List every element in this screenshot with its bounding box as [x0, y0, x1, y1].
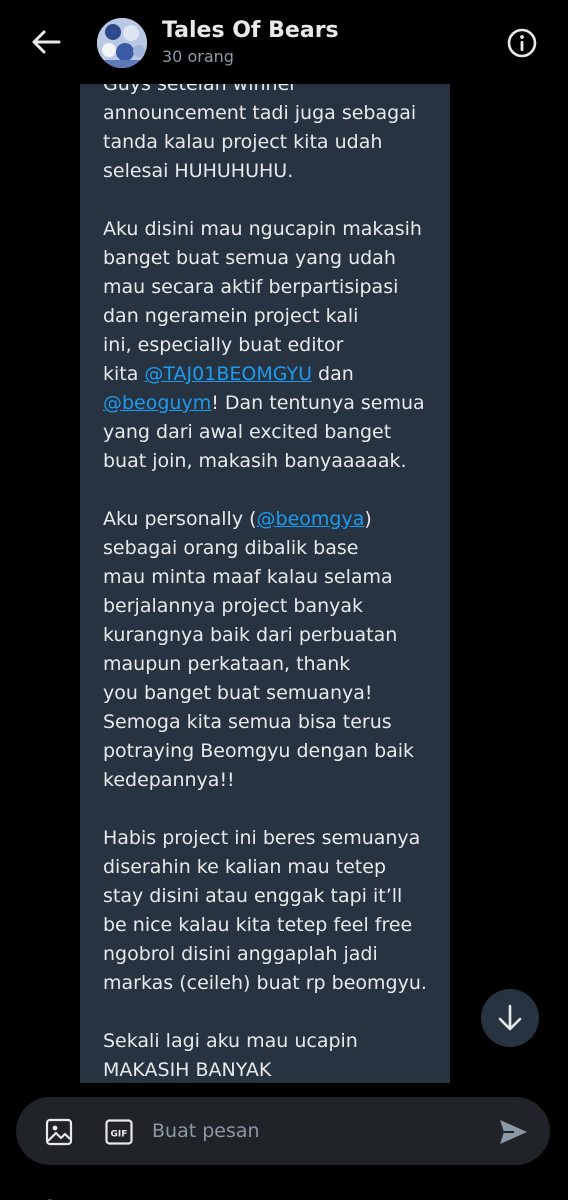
- group-avatar-image: [97, 18, 147, 68]
- message-line: ini, especially buat editor: [103, 334, 344, 356]
- mention-link-beoguym[interactable]: @beoguym: [103, 392, 211, 414]
- message-line: you banget buat semuanya!: [103, 682, 373, 704]
- message-line: Aku personally (@beomgya): [103, 505, 443, 534]
- send-button[interactable]: [496, 1115, 530, 1149]
- message-line: kedepannya!!: [103, 769, 235, 791]
- conversation-info-button[interactable]: [503, 24, 541, 62]
- message-paragraph: Sekali lagi aku mau ucapin MAKASIH BANYA…: [103, 1027, 443, 1083]
- conversation-header: Tales Of Bears 30 orang: [0, 0, 568, 84]
- message-line: be nice kalau kita tetep feel free: [103, 914, 413, 936]
- message-line: diserahin ke kalian mau tetep: [103, 856, 387, 878]
- member-count: 30 orang: [162, 47, 234, 66]
- message-line: Guys setelah winner: [103, 84, 298, 95]
- message-line: stay disini atau enggak tapi it’ll: [103, 885, 403, 907]
- message-line: Aku disini mau ngucapin makasih: [103, 218, 422, 240]
- message-line: banget buat semua yang udah: [103, 247, 396, 269]
- group-avatar[interactable]: [97, 18, 147, 68]
- message-line: markas (ceileh) buat rp beomgyu.: [103, 972, 427, 994]
- message-line: dan ngeramein project kali: [103, 305, 359, 327]
- message-paragraph: Guys setelah winner announcement tadi ju…: [103, 84, 443, 186]
- message-text-segment: dan: [312, 363, 354, 385]
- arrow-left-icon: [32, 30, 61, 54]
- message-text-segment: ): [364, 508, 372, 530]
- add-image-button[interactable]: [44, 1117, 74, 1147]
- message-input[interactable]: [152, 1113, 482, 1149]
- message-line: mau secara aktif berpartisipasi: [103, 276, 399, 298]
- message-line: berjalannya project banyak: [103, 595, 364, 617]
- back-button[interactable]: [26, 22, 66, 62]
- message-paragraph: Aku disini mau ngucapin makasih banget b…: [103, 215, 443, 476]
- message-line: sebagai orang dibalik base: [103, 537, 359, 559]
- message-line: potraying Beomgyu dengan baik: [103, 740, 415, 762]
- message-line: buat join, makasih banyaaaaak.: [103, 450, 407, 472]
- scroll-to-bottom-button[interactable]: [481, 989, 539, 1047]
- message-bubble[interactable]: Guys setelah winner announcement tadi ju…: [80, 84, 450, 1083]
- message-line: Sekali lagi aku mau ucapin: [103, 1030, 358, 1052]
- mention-link-taj01beomgyu[interactable]: @TAJ01BEOMGYU: [144, 363, 312, 385]
- message-composer-area: GIF: [0, 1083, 568, 1200]
- message-line: selesai HUHUHUHU.: [103, 160, 294, 182]
- message-text-segment: ! Dan tentunya semua: [211, 392, 425, 414]
- message-line: announcement tadi juga sebagai: [103, 102, 417, 124]
- cut-off-content: [0, 1191, 568, 1200]
- message-line: kita @TAJ01BEOMGYU dan: [103, 360, 443, 389]
- image-icon: [45, 1118, 73, 1146]
- message-text-segment: kita: [103, 363, 145, 385]
- message-line: tanda kalau project kita udah: [103, 131, 383, 153]
- mention-link-beomgya[interactable]: @beomgya: [257, 508, 365, 530]
- message-paragraph: Habis project ini beres semuanya diserah…: [103, 824, 443, 998]
- message-line: maupun perkataan, thank: [103, 653, 351, 675]
- message-line: kurangnya baik dari perbuatan: [103, 624, 398, 646]
- add-gif-button[interactable]: GIF: [104, 1117, 134, 1147]
- conversation-title: Tales Of Bears: [162, 18, 339, 43]
- message-composer: GIF: [16, 1097, 550, 1165]
- message-line: Semoga kita semua bisa terus: [103, 711, 392, 733]
- conversation-title-block[interactable]: Tales Of Bears 30 orang: [162, 16, 339, 68]
- gif-icon: GIF: [105, 1119, 133, 1145]
- message-text: Guys setelah winner announcement tadi ju…: [103, 84, 443, 1083]
- message-line: @beoguym! Dan tentunya semua: [103, 389, 443, 418]
- message-line: Habis project ini beres semuanya: [103, 827, 421, 849]
- message-line: mau minta maaf kalau selama: [103, 566, 393, 588]
- message-paragraph: Aku personally (@beomgya) sebagai orang …: [103, 505, 443, 795]
- message-text-segment: Aku personally (: [103, 508, 257, 530]
- arrow-down-icon: [498, 1004, 522, 1031]
- gif-label: GIF: [111, 1130, 128, 1140]
- message-line: MAKASIH BANYAK: [103, 1059, 272, 1081]
- dm-conversation-screen: Tales Of Bears 30 orang Guys setelah win…: [0, 0, 568, 1200]
- message-line: ngobrol disini anggaplah jadi: [103, 943, 378, 965]
- message-line: yang dari awal excited banget: [103, 421, 392, 443]
- send-icon: [500, 1120, 527, 1144]
- info-circle-icon: [507, 28, 537, 58]
